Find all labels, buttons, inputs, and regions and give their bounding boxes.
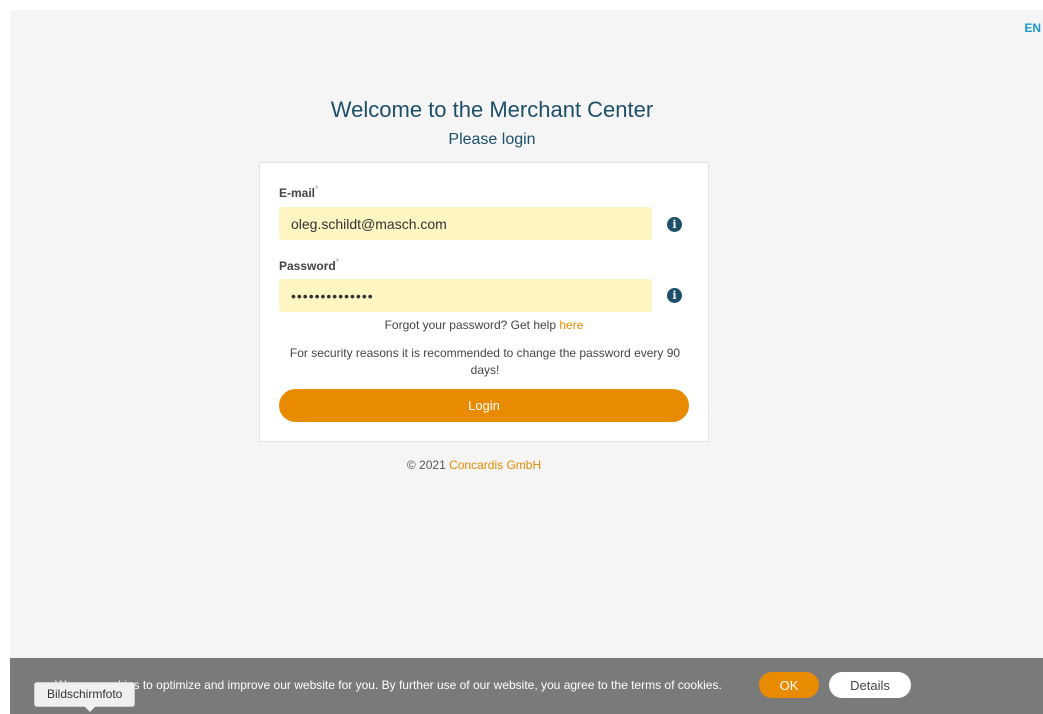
required-mark: * (335, 257, 340, 267)
email-label-text: E-mail (279, 186, 316, 200)
page-title: Welcome to the Merchant Center (330, 97, 654, 122)
security-note: For security reasons it is recommended t… (289, 346, 681, 377)
email-label: E-mail* (279, 184, 319, 200)
required-mark: * (315, 184, 319, 194)
company-link[interactable]: Concardis GmbH (449, 458, 541, 472)
forgot-password-link[interactable]: here (559, 318, 583, 332)
password-field[interactable] (279, 279, 652, 312)
copyright: © 2021 Concardis GmbH (249, 458, 699, 472)
cookie-details-button[interactable]: Details (829, 672, 911, 698)
page-background: EN Welcome to the Merchant Center Please… (10, 10, 1043, 714)
email-field[interactable] (279, 207, 652, 240)
cookie-ok-button[interactable]: OK (759, 672, 819, 698)
page-subtitle: Please login (448, 131, 536, 148)
login-card: E-mail* i Password* i Forgot your passwo… (259, 162, 709, 442)
cookie-bar: We use cookies to optimize and improve o… (10, 658, 1043, 714)
login-button[interactable]: Login (279, 389, 689, 422)
password-info-icon[interactable]: i (667, 288, 682, 303)
password-label: Password* (279, 257, 339, 273)
email-info-icon[interactable]: i (667, 217, 682, 232)
cookie-text: We use cookies to optimize and improve o… (55, 678, 722, 692)
language-switcher[interactable]: EN (1024, 21, 1041, 35)
forgot-password-line: Forgot your password? Get help here (260, 318, 708, 332)
copyright-text: © 2021 (406, 458, 446, 472)
screenshot-tooltip: Bildschirmfoto (34, 682, 136, 712)
password-label-text: Password (279, 259, 336, 273)
forgot-password-text: Forgot your password? Get help (384, 318, 557, 332)
